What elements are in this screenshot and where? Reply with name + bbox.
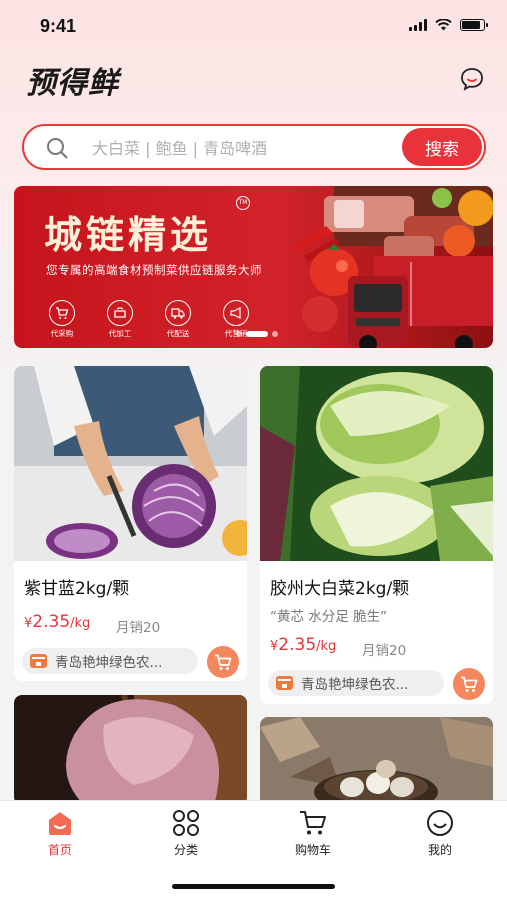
chat-bubble-icon[interactable] (459, 66, 485, 92)
carousel-dot[interactable] (272, 331, 278, 337)
wifi-icon (435, 19, 452, 31)
product-image-raw-meat (14, 695, 247, 805)
carousel-indicator[interactable] (236, 331, 278, 337)
search-bar[interactable]: 搜索 (22, 124, 486, 170)
tab-cart[interactable]: 购物车 (273, 809, 353, 858)
smiley-profile-icon (427, 810, 453, 836)
category-grid-icon (173, 810, 199, 836)
product-price: ¥2.35/kg (24, 612, 91, 632)
app-logo: 预得鲜 (26, 66, 119, 101)
home-indicator (172, 884, 335, 889)
status-icons (409, 19, 488, 31)
product-sales: 月销20 (362, 643, 407, 659)
product-card[interactable]: 紫甘蓝2kg/颗 ¥2.35/kg 月销20 青岛艳坤绿色农... (14, 366, 247, 681)
tab-profile[interactable]: 我的 (400, 809, 480, 858)
tab-category[interactable]: 分类 (146, 809, 226, 858)
shopping-cart-icon (300, 811, 326, 835)
product-image-purple-cabbage (14, 366, 247, 561)
cart-icon (49, 300, 75, 326)
cellular-signal-icon (409, 19, 427, 31)
banner-title: 城链精选 (44, 213, 213, 257)
product-card[interactable] (260, 717, 493, 807)
product-price: ¥2.35/kg (270, 635, 337, 655)
service-processing: 代加工 (102, 300, 138, 339)
tab-profile-label: 我的 (427, 843, 452, 857)
tab-category-label: 分类 (173, 843, 198, 857)
truck-icon (165, 300, 191, 326)
product-title: 紫甘蓝2kg/颗 (24, 579, 130, 599)
product-card[interactable] (14, 695, 247, 805)
search-icon (47, 138, 68, 159)
status-bar: 9:41 (0, 0, 507, 52)
add-to-cart-button[interactable] (453, 668, 485, 700)
trademark-mark: TM (236, 196, 250, 210)
tab-home-label: 首页 (47, 843, 72, 857)
product-image-eggs-basket (260, 717, 493, 807)
shop-chip[interactable]: 青岛艳坤绿色农... (22, 648, 198, 674)
megaphone-icon (223, 300, 249, 326)
shop-chip[interactable]: 青岛艳坤绿色农... (268, 670, 444, 696)
product-image-napa-cabbage (260, 366, 493, 561)
cart-icon (215, 654, 232, 670)
service-purchasing: 代采购 (44, 300, 80, 339)
carousel-dot[interactable] (236, 331, 242, 337)
cart-icon (461, 676, 478, 692)
search-button[interactable]: 搜索 (402, 128, 482, 166)
product-sales: 月销20 (116, 620, 161, 636)
shop-name: 青岛艳坤绿色农... (301, 677, 409, 693)
battery-icon (460, 19, 488, 31)
status-time: 9:41 (40, 16, 77, 36)
service-delivery: 代配送 (160, 300, 196, 339)
banner-subtitle: 您专属的高端食材预制菜供应链服务大师 (46, 263, 262, 277)
shop-name: 青岛艳坤绿色农... (55, 655, 163, 671)
search-input[interactable] (92, 134, 392, 162)
home-icon (49, 812, 71, 835)
banner-artwork (294, 186, 493, 348)
pot-icon (107, 300, 133, 326)
service-list: 代采购 代加工 代配送 代营销 (44, 300, 254, 339)
store-icon (30, 654, 47, 668)
promo-banner[interactable]: 城链精选 TM 您专属的高端食材预制菜供应链服务大师 代采购 代加工 代配送 代… (14, 186, 493, 348)
product-card[interactable]: 胶州大白菜2kg/颗 “黄芯 水分足 脆生” ¥2.35/kg 月销20 青岛艳… (260, 366, 493, 704)
add-to-cart-button[interactable] (207, 646, 239, 678)
battery-level (462, 21, 480, 29)
product-tagline: “黄芯 水分足 脆生” (270, 609, 388, 625)
tab-cart-label: 购物车 (294, 843, 331, 857)
carousel-dot-active[interactable] (246, 331, 268, 337)
tab-home[interactable]: 首页 (20, 809, 100, 858)
product-title: 胶州大白菜2kg/颗 (270, 579, 410, 599)
store-icon (276, 676, 293, 690)
